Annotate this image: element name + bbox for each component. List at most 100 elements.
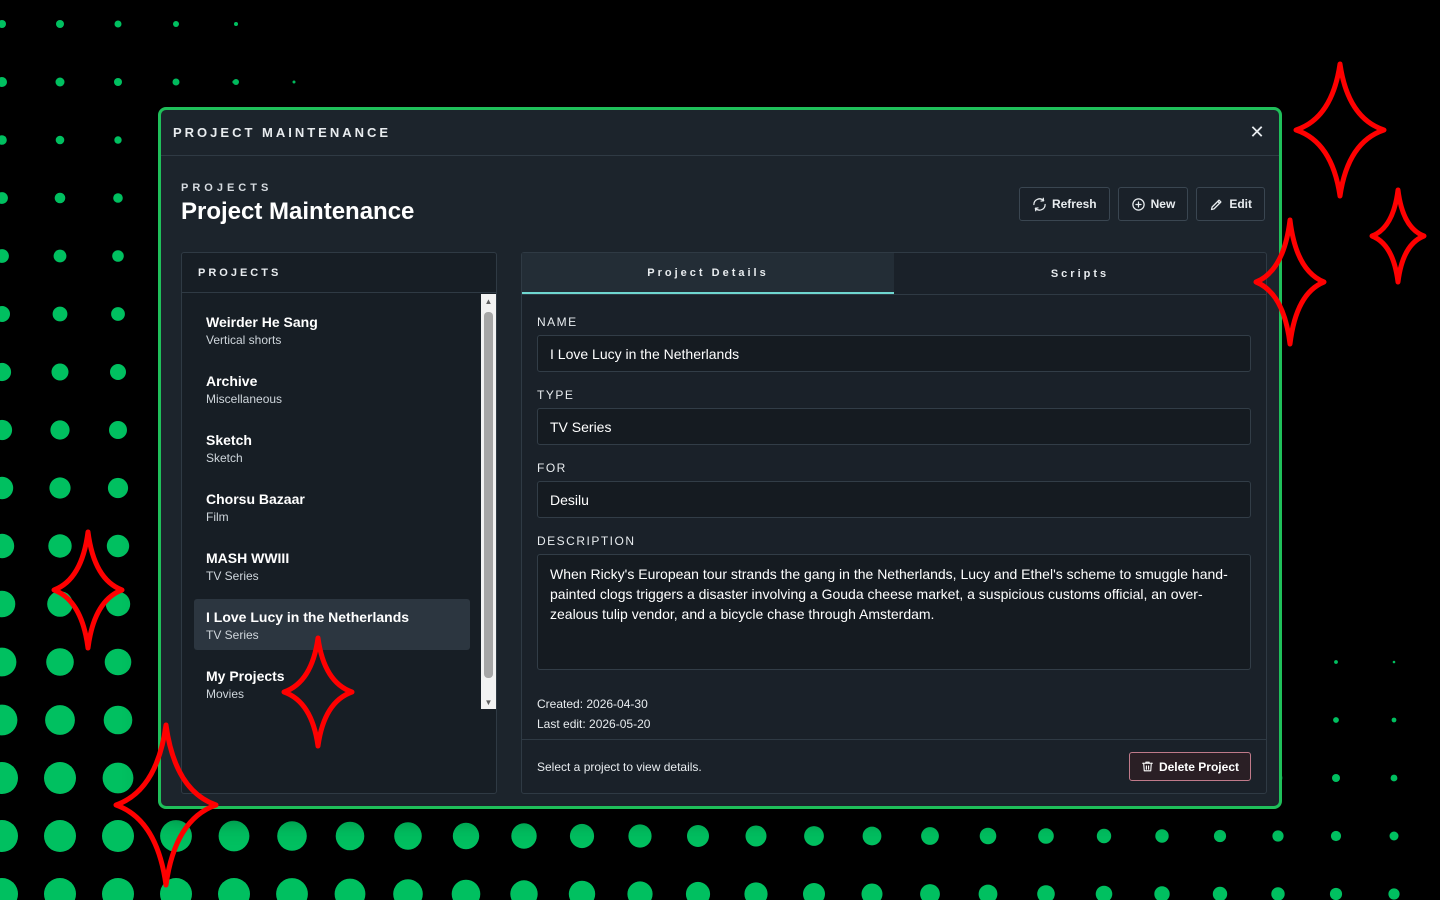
background-dot <box>44 878 76 900</box>
scrollbar-thumb[interactable] <box>484 312 493 678</box>
list-item[interactable]: Sketch Sketch <box>194 422 470 473</box>
background-dot <box>102 762 134 794</box>
project-type: Sketch <box>206 451 243 465</box>
list-item[interactable]: I Love Lucy in the Netherlands TV Series <box>194 599 470 650</box>
background-dot <box>0 20 6 28</box>
background-dot <box>0 77 7 87</box>
type-field[interactable]: TV Series <box>537 408 1251 445</box>
background-dot <box>160 820 192 852</box>
background-dot <box>104 648 132 676</box>
background-dot <box>1391 717 1397 723</box>
background-dot <box>218 820 250 852</box>
background-dot <box>234 22 238 26</box>
background-dot <box>452 822 480 850</box>
tab-project-details[interactable]: Project Details <box>522 253 894 294</box>
background-dot <box>55 77 65 87</box>
delete-project-label: Delete Project <box>1158 759 1239 774</box>
name-field[interactable]: I Love Lucy in the Netherlands <box>537 335 1251 372</box>
background-dot <box>172 78 180 86</box>
project-name: Archive <box>206 373 258 389</box>
background-dot <box>276 878 308 900</box>
window-title: PROJECT MAINTENANCE <box>173 125 392 140</box>
list-item[interactable]: Weirder He Sang Vertical shorts <box>194 304 470 355</box>
list-item[interactable]: Archive Miscellaneous <box>194 363 470 414</box>
background-dot <box>687 825 709 847</box>
background-dot <box>1392 660 1396 664</box>
page-eyebrow: PROJECTS <box>181 182 273 194</box>
background-dot <box>0 590 16 618</box>
background-dot <box>510 880 538 900</box>
name-label: NAME <box>537 315 578 329</box>
background-dot <box>920 884 940 900</box>
last-edit-date: Last edit: 2026-05-20 <box>537 717 651 731</box>
list-item[interactable]: Chorsu Bazaar Film <box>194 481 470 532</box>
background-dot <box>0 306 10 322</box>
tab-scripts[interactable]: Scripts <box>894 253 1266 294</box>
scroll-up-arrow-icon[interactable]: ▲ <box>481 294 496 308</box>
refresh-button[interactable]: Refresh <box>1018 187 1110 221</box>
background-dot <box>0 762 18 794</box>
background-dot <box>861 883 883 900</box>
project-name: My Projects <box>206 668 285 684</box>
background-dot <box>1388 888 1400 900</box>
list-item[interactable]: MASH WWIII TV Series <box>194 540 470 591</box>
background-dot <box>1212 886 1228 900</box>
background-dot <box>52 306 68 322</box>
plus-circle-icon <box>1131 197 1145 211</box>
background-dot <box>50 420 70 440</box>
background-dot <box>1332 774 1340 782</box>
background-dot <box>106 534 130 558</box>
projects-scrollbar[interactable]: ▲ ▼ <box>481 294 496 709</box>
edit-button[interactable]: Edit <box>1196 187 1265 221</box>
details-tabs: Project Details Scripts <box>522 253 1266 295</box>
background-dot <box>569 823 595 849</box>
project-maintenance-window: PROJECT MAINTENANCE ✕ PROJECTS Project M… <box>158 107 1282 809</box>
background-dot <box>233 79 239 85</box>
close-button[interactable]: ✕ <box>1247 122 1267 143</box>
projects-panel: PROJECTS Weirder He Sang Vertical shorts A… <box>181 252 497 794</box>
background-dot <box>0 820 18 852</box>
background-dot <box>979 827 997 845</box>
background-dot <box>56 20 64 28</box>
background-dot <box>44 762 76 794</box>
background-dot <box>1390 774 1398 782</box>
background-dot <box>1333 717 1339 723</box>
new-button[interactable]: New <box>1117 187 1189 221</box>
background-dot <box>921 827 939 845</box>
background-dot <box>1096 828 1112 844</box>
for-field[interactable]: Desilu <box>537 481 1251 518</box>
background-dot <box>111 307 125 321</box>
page-header: PROJECTS Project Maintenance <box>181 182 414 226</box>
edit-label: Edit <box>1229 197 1252 211</box>
project-type: TV Series <box>206 569 259 583</box>
background-dot <box>0 704 18 736</box>
background-dot <box>745 825 767 847</box>
description-label: DESCRIPTION <box>537 534 636 548</box>
pencil-icon <box>1211 199 1222 210</box>
background-dot <box>0 135 7 145</box>
background-dot <box>102 878 134 900</box>
background-dot <box>1038 828 1054 844</box>
background-dot <box>114 20 122 28</box>
background-dot <box>103 705 133 735</box>
background-dot <box>54 192 66 204</box>
page-title: Project Maintenance <box>181 198 415 225</box>
background-dot <box>393 879 423 900</box>
status-text: Select a project to view details. <box>537 759 702 774</box>
project-name: MASH WWIII <box>206 550 290 566</box>
background-dot <box>45 705 75 735</box>
background-dot <box>114 136 122 144</box>
details-footer: Select a project to view details. Delete… <box>522 739 1266 793</box>
delete-project-button[interactable]: Delete Project <box>1128 752 1251 781</box>
list-item[interactable]: My Projects Movies <box>194 658 470 709</box>
description-field[interactable]: When Ricky's European tour strands the g… <box>537 554 1251 670</box>
for-label: FOR <box>537 461 567 475</box>
background-dot <box>804 826 824 846</box>
background-dot <box>113 193 123 203</box>
created-date: Created: 2026-04-30 <box>537 697 648 711</box>
project-name: I Love Lucy in the Netherlands <box>206 609 410 625</box>
background-dot <box>102 820 134 852</box>
scroll-down-arrow-icon[interactable]: ▼ <box>481 695 496 709</box>
background-dot <box>1334 660 1338 664</box>
background-dot <box>277 821 307 851</box>
